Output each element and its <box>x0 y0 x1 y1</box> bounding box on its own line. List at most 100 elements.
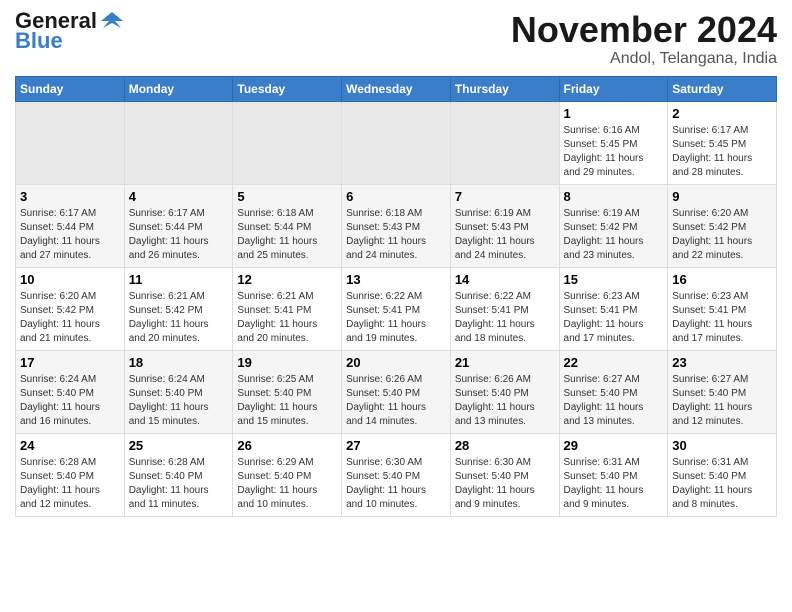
day-cell: 9 Sunrise: 6:20 AM Sunset: 5:42 PM Daylig… <box>668 184 777 267</box>
day-info: Sunrise: 6:18 AM Sunset: 5:44 PM Dayligh… <box>237 207 337 263</box>
day-cell <box>233 101 342 184</box>
day-cell: 19 Sunrise: 6:25 AM Sunset: 5:40 PM Dayli… <box>233 350 342 433</box>
day-info: Sunrise: 6:23 AM Sunset: 5:41 PM Dayligh… <box>564 290 664 346</box>
day-number: 13 <box>346 272 446 287</box>
day-number: 11 <box>129 272 229 287</box>
day-number: 2 <box>672 106 772 121</box>
day-cell: 17 Sunrise: 6:24 AM Sunset: 5:40 PM Dayli… <box>16 350 125 433</box>
day-info: Sunrise: 6:26 AM Sunset: 5:40 PM Dayligh… <box>455 373 555 429</box>
day-cell: 4 Sunrise: 6:17 AM Sunset: 5:44 PM Daylig… <box>124 184 233 267</box>
day-cell: 20Sunrise: 6:26 AM Sunset: 5:40 PM Dayli… <box>342 350 451 433</box>
day-info: Sunrise: 6:27 AM Sunset: 5:40 PM Dayligh… <box>564 373 664 429</box>
day-number: 15 <box>564 272 664 287</box>
location: Andol, Telangana, India <box>511 50 777 68</box>
day-info: Sunrise: 6:31 AM Sunset: 5:40 PM Dayligh… <box>672 456 772 512</box>
col-thursday: Thursday <box>450 76 559 101</box>
day-info: Sunrise: 6:20 AM Sunset: 5:42 PM Dayligh… <box>20 290 120 346</box>
day-cell: 15 Sunrise: 6:23 AM Sunset: 5:41 PM Dayli… <box>559 267 668 350</box>
calendar-table: SundayMondayTuesdayWednesdayThursdayFrid… <box>15 76 777 517</box>
day-number: 10 <box>20 272 120 287</box>
day-cell: 5Sunrise: 6:18 AM Sunset: 5:44 PM Daylig… <box>233 184 342 267</box>
col-saturday: Saturday <box>668 76 777 101</box>
day-info: Sunrise: 6:30 AM Sunset: 5:40 PM Dayligh… <box>346 456 446 512</box>
day-number: 21 <box>455 355 555 370</box>
day-number: 25 <box>129 438 229 453</box>
day-number: 24 <box>20 438 120 453</box>
day-info: Sunrise: 6:24 AM Sunset: 5:40 PM Dayligh… <box>20 373 120 429</box>
day-number: 19 <box>237 355 337 370</box>
day-number: 7 <box>455 189 555 204</box>
logo-content: General Blue <box>15 10 123 52</box>
day-number: 3 <box>20 189 120 204</box>
day-number: 22 <box>564 355 664 370</box>
week-row-1: 1 Sunrise: 6:16 AM Sunset: 5:45 PM Daylig… <box>16 101 777 184</box>
day-cell: 21 Sunrise: 6:26 AM Sunset: 5:40 PM Dayli… <box>450 350 559 433</box>
day-info: Sunrise: 6:17 AM Sunset: 5:44 PM Dayligh… <box>129 207 229 263</box>
day-cell: 7 Sunrise: 6:19 AM Sunset: 5:43 PM Daylig… <box>450 184 559 267</box>
day-number: 4 <box>129 189 229 204</box>
title-section: November 2024 Andol, Telangana, India <box>511 10 777 68</box>
day-cell: 23 Sunrise: 6:27 AM Sunset: 5:40 PM Dayli… <box>668 350 777 433</box>
day-info: Sunrise: 6:17 AM Sunset: 5:45 PM Dayligh… <box>672 124 772 180</box>
day-info: Sunrise: 6:17 AM Sunset: 5:44 PM Dayligh… <box>20 207 120 263</box>
day-number: 27 <box>346 438 446 453</box>
col-monday: Monday <box>124 76 233 101</box>
day-info: Sunrise: 6:16 AM Sunset: 5:45 PM Dayligh… <box>564 124 664 180</box>
day-info: Sunrise: 6:28 AM Sunset: 5:40 PM Dayligh… <box>129 456 229 512</box>
day-cell: 6 Sunrise: 6:18 AM Sunset: 5:43 PM Daylig… <box>342 184 451 267</box>
day-info: Sunrise: 6:21 AM Sunset: 5:42 PM Dayligh… <box>129 290 229 346</box>
day-number: 8 <box>564 189 664 204</box>
logo-blue: Blue <box>15 30 123 52</box>
col-sunday: Sunday <box>16 76 125 101</box>
day-number: 28 <box>455 438 555 453</box>
day-number: 29 <box>564 438 664 453</box>
day-number: 16 <box>672 272 772 287</box>
day-number: 17 <box>20 355 120 370</box>
day-info: Sunrise: 6:23 AM Sunset: 5:41 PM Dayligh… <box>672 290 772 346</box>
day-info: Sunrise: 6:22 AM Sunset: 5:41 PM Dayligh… <box>346 290 446 346</box>
day-cell: 2 Sunrise: 6:17 AM Sunset: 5:45 PM Daylig… <box>668 101 777 184</box>
day-cell: 8 Sunrise: 6:19 AM Sunset: 5:42 PM Daylig… <box>559 184 668 267</box>
day-cell: 24 Sunrise: 6:28 AM Sunset: 5:40 PM Dayli… <box>16 433 125 516</box>
day-info: Sunrise: 6:30 AM Sunset: 5:40 PM Dayligh… <box>455 456 555 512</box>
day-info: Sunrise: 6:21 AM Sunset: 5:41 PM Dayligh… <box>237 290 337 346</box>
day-info: Sunrise: 6:27 AM Sunset: 5:40 PM Dayligh… <box>672 373 772 429</box>
day-cell: 29Sunrise: 6:31 AM Sunset: 5:40 PM Dayli… <box>559 433 668 516</box>
week-row-2: 3 Sunrise: 6:17 AM Sunset: 5:44 PM Daylig… <box>16 184 777 267</box>
day-info: Sunrise: 6:19 AM Sunset: 5:43 PM Dayligh… <box>455 207 555 263</box>
week-row-4: 17 Sunrise: 6:24 AM Sunset: 5:40 PM Dayli… <box>16 350 777 433</box>
day-cell: 3 Sunrise: 6:17 AM Sunset: 5:44 PM Daylig… <box>16 184 125 267</box>
day-cell: 28 Sunrise: 6:30 AM Sunset: 5:40 PM Dayli… <box>450 433 559 516</box>
day-cell: 22 Sunrise: 6:27 AM Sunset: 5:40 PM Dayli… <box>559 350 668 433</box>
main-container: General Blue November 2024 Andol, Telang… <box>0 0 792 527</box>
day-info: Sunrise: 6:19 AM Sunset: 5:42 PM Dayligh… <box>564 207 664 263</box>
day-info: Sunrise: 6:26 AM Sunset: 5:40 PM Dayligh… <box>346 373 446 429</box>
day-info: Sunrise: 6:20 AM Sunset: 5:42 PM Dayligh… <box>672 207 772 263</box>
day-cell <box>450 101 559 184</box>
day-cell: 25 Sunrise: 6:28 AM Sunset: 5:40 PM Dayli… <box>124 433 233 516</box>
logo: General Blue <box>15 10 123 52</box>
day-cell <box>342 101 451 184</box>
day-number: 6 <box>346 189 446 204</box>
day-number: 23 <box>672 355 772 370</box>
day-cell: 16 Sunrise: 6:23 AM Sunset: 5:41 PM Dayli… <box>668 267 777 350</box>
day-number: 18 <box>129 355 229 370</box>
day-cell: 27 Sunrise: 6:30 AM Sunset: 5:40 PM Dayli… <box>342 433 451 516</box>
day-info: Sunrise: 6:29 AM Sunset: 5:40 PM Dayligh… <box>237 456 337 512</box>
day-cell: 18Sunrise: 6:24 AM Sunset: 5:40 PM Dayli… <box>124 350 233 433</box>
header-row: SundayMondayTuesdayWednesdayThursdayFrid… <box>16 76 777 101</box>
day-number: 14 <box>455 272 555 287</box>
week-row-5: 24 Sunrise: 6:28 AM Sunset: 5:40 PM Dayli… <box>16 433 777 516</box>
day-number: 30 <box>672 438 772 453</box>
day-info: Sunrise: 6:18 AM Sunset: 5:43 PM Dayligh… <box>346 207 446 263</box>
day-number: 1 <box>564 106 664 121</box>
day-cell: 30 Sunrise: 6:31 AM Sunset: 5:40 PM Dayli… <box>668 433 777 516</box>
day-cell: 26Sunrise: 6:29 AM Sunset: 5:40 PM Dayli… <box>233 433 342 516</box>
day-info: Sunrise: 6:28 AM Sunset: 5:40 PM Dayligh… <box>20 456 120 512</box>
logo-bird-icon <box>101 10 123 32</box>
day-cell: 13 Sunrise: 6:22 AM Sunset: 5:41 PM Dayli… <box>342 267 451 350</box>
day-number: 9 <box>672 189 772 204</box>
day-info: Sunrise: 6:25 AM Sunset: 5:40 PM Dayligh… <box>237 373 337 429</box>
month-title: November 2024 <box>511 10 777 50</box>
day-number: 12 <box>237 272 337 287</box>
